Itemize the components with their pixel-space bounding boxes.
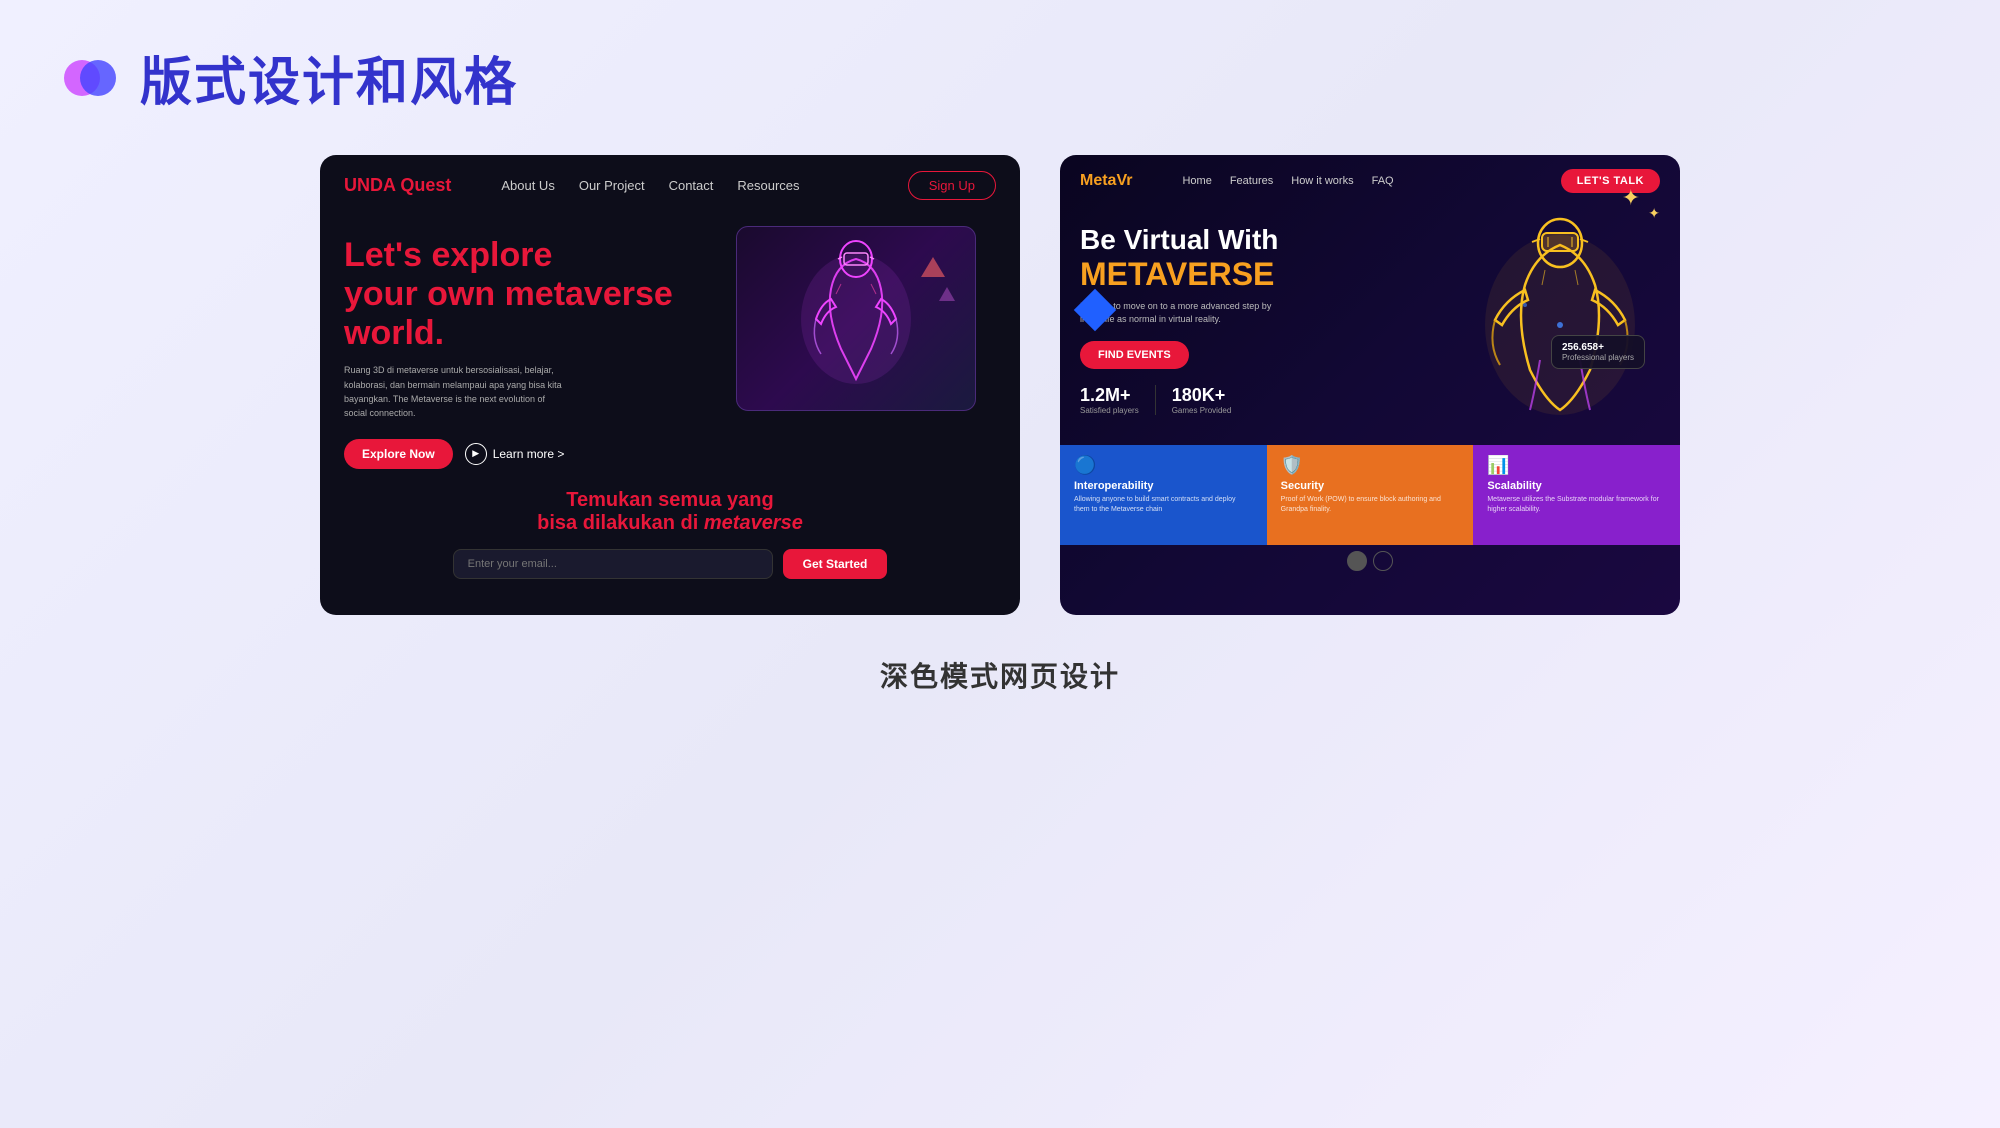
right-nav-features[interactable]: Features [1230, 175, 1273, 187]
previews-container: UNDA Quest About Us Our Project Contact … [0, 145, 2000, 625]
stat1-label: Satisfied players [1080, 406, 1139, 415]
badge-number: 256.658+ [1562, 342, 1634, 353]
card-scalability: 📊 Scalability Metaverse utilizes the Sub… [1473, 445, 1680, 545]
left-hero: Let's explore your own metaverse world. … [320, 216, 1020, 469]
security-desc: Proof of Work (POW) to ensure block auth… [1281, 495, 1460, 515]
card-interoperability: 🔵 Interoperability Allowing anyone to bu… [1060, 445, 1267, 545]
feature-cards: 🔵 Interoperability Allowing anyone to bu… [1060, 445, 1680, 545]
stat1-number: 1.2M+ [1080, 385, 1139, 406]
signup-button[interactable]: Sign Up [908, 171, 996, 200]
hero-description: Ruang 3D di metaverse untuk bersosialisa… [344, 363, 564, 421]
vr-figure-area: 256.658+ Professional players [1460, 215, 1660, 435]
security-icon: 🛡️ [1281, 455, 1460, 476]
nav-about[interactable]: About Us [501, 178, 554, 193]
interop-desc: Allowing anyone to build smart contracts… [1074, 495, 1253, 515]
stat-games: 180K+ Games Provided [1156, 385, 1248, 415]
right-nav-links: Home Features How it works FAQ [1182, 175, 1393, 187]
header-icon [60, 48, 120, 108]
stats-row: 1.2M+ Satisfied players 180K+ Games Prov… [1080, 385, 1460, 415]
email-input[interactable] [453, 549, 773, 579]
nav-contact[interactable]: Contact [669, 178, 714, 193]
nav-project[interactable]: Our Project [579, 178, 645, 193]
vr-character [1460, 215, 1660, 435]
left-logo: UNDA Quest [344, 175, 451, 196]
right-nav-home[interactable]: Home [1182, 175, 1211, 187]
bottom-accent: metaverse [704, 512, 803, 534]
page-header: 版式设计和风格 [0, 0, 2000, 145]
left-nav: UNDA Quest About Us Our Project Contact … [320, 155, 1020, 216]
metaverse-figure [786, 239, 926, 399]
page-title: 版式设计和风格 [140, 40, 518, 115]
hero-heading: Let's explore your own metaverse world. [344, 236, 736, 353]
scale-desc: Metaverse utilizes the Substrate modular… [1487, 495, 1666, 515]
hero-line3: world. [344, 314, 444, 352]
hero-buttons: Explore Now ▶ Learn more > [344, 439, 736, 469]
right-nav-faq[interactable]: FAQ [1372, 175, 1394, 187]
right-hero-text: Be Virtual With METAVERSE It's time to m… [1080, 215, 1460, 435]
scale-icon: 📊 [1487, 455, 1666, 476]
right-nav: MetaVr Home Features How it works FAQ LE… [1060, 155, 1680, 207]
explore-now-button[interactable]: Explore Now [344, 439, 453, 469]
triangle-decoration-1 [921, 257, 945, 277]
learn-more-button[interactable]: ▶ Learn more > [465, 443, 565, 465]
left-preview: UNDA Quest About Us Our Project Contact … [320, 155, 1020, 615]
pag-dot-2[interactable] [1373, 551, 1393, 571]
footer-label: 深色模式网页设计 [0, 655, 2000, 695]
right-hero: Be Virtual With METAVERSE It's time to m… [1060, 207, 1680, 435]
bottom-line2: bisa dilakukan di [537, 512, 704, 534]
bottom-title: Temukan semua yang bisa dilakukan di met… [344, 489, 996, 535]
triangle-decoration-2 [939, 287, 955, 301]
right-heading-line1: Be Virtual With [1080, 223, 1460, 257]
right-logo-accent: r [1126, 172, 1132, 189]
interop-title: Interoperability [1074, 480, 1253, 492]
left-hero-text: Let's explore your own metaverse world. … [344, 226, 736, 469]
badge-label: Professional players [1562, 353, 1634, 362]
hero-image-box [736, 226, 976, 411]
pagination [1060, 551, 1680, 571]
right-logo-text1: MetaV [1080, 172, 1126, 189]
scale-title: Scalability [1487, 480, 1666, 492]
right-heading-line2: METAVERSE [1080, 257, 1460, 292]
right-preview: ✦ ✦ MetaVr Home Features How it works FA… [1060, 155, 1680, 615]
card-security: 🛡️ Security Proof of Work (POW) to ensur… [1267, 445, 1474, 545]
lets-talk-button[interactable]: LET'S TALK [1561, 169, 1660, 193]
pag-dot-1[interactable] [1347, 551, 1367, 571]
right-nav-how[interactable]: How it works [1291, 175, 1353, 187]
bottom-line1: Temukan semua yang [566, 489, 773, 511]
play-icon: ▶ [465, 443, 487, 465]
learn-more-label: Learn more > [493, 447, 565, 461]
nav-resources[interactable]: Resources [737, 178, 799, 193]
hero-line1: Let's explore [344, 236, 552, 274]
left-nav-links: About Us Our Project Contact Resources [501, 178, 799, 193]
security-title: Security [1281, 480, 1460, 492]
right-logo: MetaVr [1080, 172, 1132, 190]
stat-satisfied: 1.2M+ Satisfied players [1080, 385, 1156, 415]
logo-accent: UNDA [344, 175, 395, 195]
interop-icon: 🔵 [1074, 455, 1253, 476]
bottom-bar: Get Started [344, 549, 996, 579]
hero-accent: metaverse [505, 275, 673, 313]
left-bottom-section: Temukan semua yang bisa dilakukan di met… [320, 469, 1020, 589]
professional-badge: 256.658+ Professional players [1551, 335, 1645, 369]
find-events-button[interactable]: FIND EVENTS [1080, 341, 1189, 369]
stat2-label: Games Provided [1172, 406, 1232, 415]
submit-button[interactable]: Get Started [783, 549, 888, 579]
hero-line2: your own [344, 275, 505, 313]
logo-rest: Quest [395, 175, 451, 195]
stat2-number: 180K+ [1172, 385, 1232, 406]
hero-image-area [736, 226, 996, 426]
